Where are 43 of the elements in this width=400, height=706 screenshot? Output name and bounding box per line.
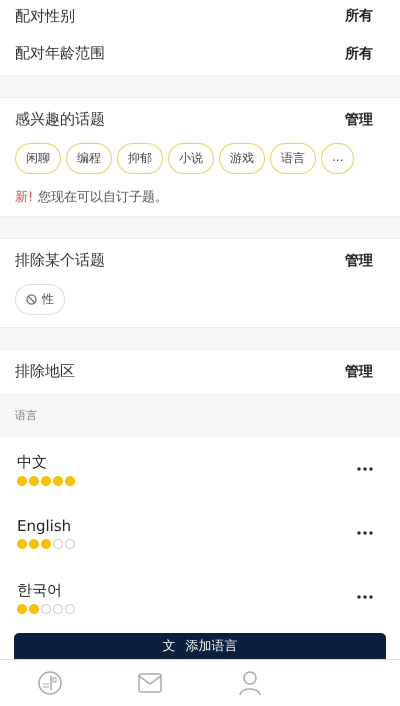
section-title: 排除某个话题 [15,251,105,270]
language-name: 中文 [17,452,48,472]
more-icon[interactable] [357,467,373,471]
manage-link[interactable]: 管理 [345,252,373,270]
level-dot [41,476,51,486]
topic-tag[interactable]: 编程 [66,143,112,174]
level-dot [65,539,75,549]
level-dot [65,476,75,486]
prohibited-icon [26,294,37,305]
notice-text: 新! 您现在可以自订子题。 [14,189,170,207]
topic-tag[interactable]: 语言 [270,143,316,174]
excluded-tag[interactable]: 性 [15,284,65,315]
setting-label: 配对性别 [15,6,75,26]
level-dot [65,604,75,614]
setting-value[interactable]: 所有 [345,44,373,62]
level-dot [17,539,27,549]
level-dot [53,476,63,486]
level-dot [29,476,39,486]
topic-tag[interactable]: 抑郁 [117,143,163,174]
level-dot [53,604,63,614]
topic-tag[interactable]: ... [321,143,354,174]
add-language-button[interactable]: 文 添加语言 [14,633,386,659]
section-title: 感兴趣的话题 [15,110,105,129]
language-name: 한국어 [17,580,63,600]
level-dot [29,539,39,549]
level-dot [17,604,27,614]
topic-tag[interactable]: 小说 [168,143,214,174]
level-dot [41,539,51,549]
more-icon[interactable] [357,531,373,535]
level-dot [17,476,27,486]
manage-link[interactable]: 管理 [345,362,373,380]
level-dot [29,604,39,614]
setting-label: 配对年龄范围 [15,44,105,63]
more-icon[interactable] [357,595,373,599]
topic-tag[interactable]: 游戏 [219,143,265,174]
level-dot [41,604,51,614]
topic-tag[interactable]: 闲聊 [15,143,61,174]
manage-link[interactable]: 管理 [345,110,373,128]
language-name: English [17,517,72,535]
section-header: 语言 [0,393,400,437]
section-title: 排除地区 [15,362,75,381]
setting-value[interactable]: 所有 [345,7,373,25]
level-dot [53,539,63,549]
